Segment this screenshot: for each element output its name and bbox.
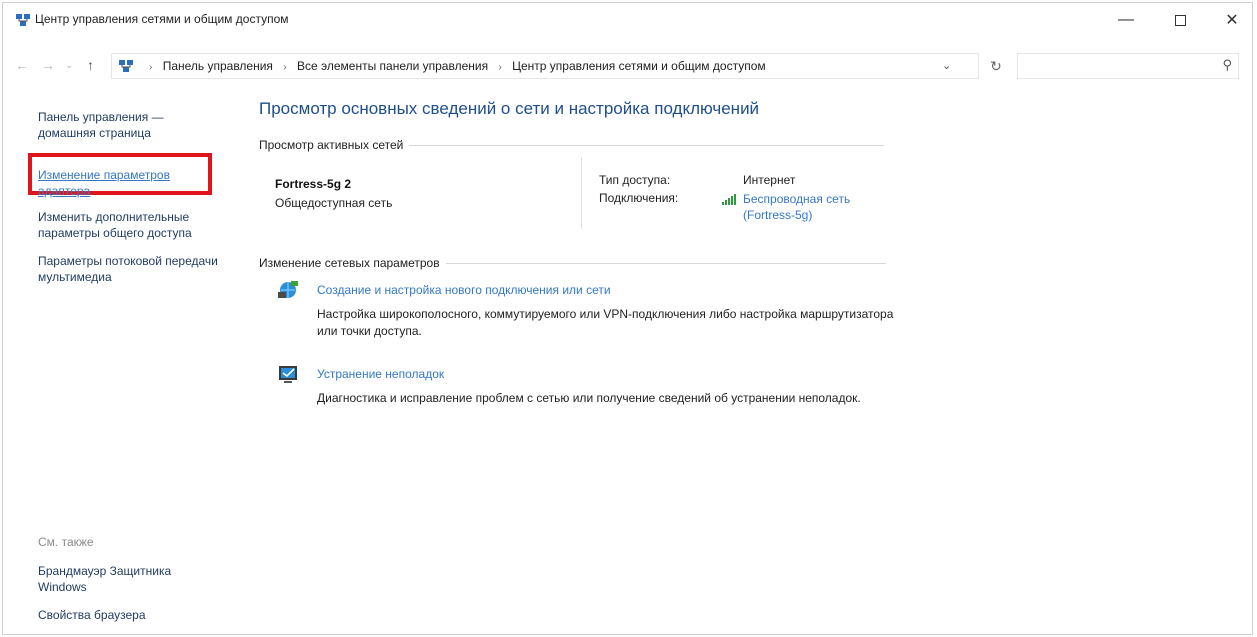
media-streaming-options-link[interactable]: Параметры потоковой передачи мультимедиа <box>38 253 218 285</box>
wifi-signal-icon <box>722 194 736 205</box>
defender-firewall-link[interactable]: Брандмауэр Защитника Windows <box>38 563 218 595</box>
close-button[interactable]: ✕ <box>1209 3 1255 37</box>
chevron-right-icon: › <box>149 62 153 73</box>
active-networks-header: Просмотр активных сетей <box>259 138 885 152</box>
vertical-divider <box>581 157 582 229</box>
troubleshoot-link[interactable]: Устранение неполадок <box>317 367 444 381</box>
browser-properties-link[interactable]: Свойства браузера <box>38 607 218 623</box>
window-title: Центр управления сетями и общим доступом <box>35 12 289 26</box>
breadcrumb-control-panel[interactable]: Панель управления <box>163 59 273 73</box>
search-icon: ⚲ <box>1222 57 1232 72</box>
minimize-button[interactable]: — <box>1103 3 1149 37</box>
recent-locations-icon[interactable]: ⌄ <box>65 60 73 71</box>
maximize-icon <box>1174 14 1186 26</box>
advanced-sharing-settings-link[interactable]: Изменить дополнительные параметры общего… <box>38 209 218 241</box>
active-networks-label: Просмотр активных сетей <box>259 138 404 152</box>
network-center-window: Центр управления сетями и общим доступом… <box>2 2 1253 635</box>
access-type-label: Тип доступа: <box>599 173 671 187</box>
troubleshoot-description: Диагностика и исправление проблем с сеть… <box>317 391 861 405</box>
chevron-right-icon: › <box>283 62 287 73</box>
change-settings-header: Изменение сетевых параметров <box>259 256 886 270</box>
address-bar[interactable]: › Панель управления › Все элементы панел… <box>111 53 979 79</box>
network-center-icon <box>119 60 133 72</box>
change-adapter-settings-link[interactable]: Изменение параметров адаптера <box>38 167 218 199</box>
maximize-button[interactable] <box>1157 3 1203 37</box>
forward-arrow-icon[interactable]: → <box>41 57 55 73</box>
minimize-icon: — <box>1118 11 1134 28</box>
access-type-value: Интернет <box>743 173 796 187</box>
connections-label: Подключения: <box>599 191 679 205</box>
title-bar: Центр управления сетями и общим доступом… <box>3 3 1252 37</box>
breadcrumb: › Панель управления › Все элементы панел… <box>142 59 766 73</box>
see-also-label: См. также <box>38 535 94 549</box>
new-connection-icon <box>278 281 298 298</box>
network-center-icon <box>16 14 30 26</box>
search-input[interactable]: ⚲ <box>1017 53 1239 79</box>
section-divider <box>409 144 885 146</box>
page-title: Просмотр основных сведений о сети и наст… <box>259 99 760 118</box>
refresh-button[interactable]: ↻ <box>983 55 1009 77</box>
left-pane: Панель управления — домашняя страница Из… <box>3 93 233 633</box>
breadcrumb-network-center[interactable]: Центр управления сетями и общим доступом <box>512 59 766 73</box>
breadcrumb-all-items[interactable]: Все элементы панели управления <box>297 59 488 73</box>
control-panel-home-link[interactable]: Панель управления — домашняя страница <box>38 109 218 141</box>
chevron-down-icon[interactable]: ⌄ <box>942 59 951 72</box>
change-settings-label: Изменение сетевых параметров <box>259 256 440 270</box>
network-name: Fortress-5g 2 <box>275 177 352 191</box>
troubleshoot-icon <box>279 366 297 383</box>
chevron-right-icon: › <box>498 62 502 73</box>
network-category[interactable]: Общедоступная сеть <box>275 196 392 210</box>
setup-new-connection-description: Настройка широкополосного, коммутируемог… <box>317 307 894 338</box>
close-icon: ✕ <box>1225 12 1239 29</box>
navigation-bar: ← → ⌄ ↑ › Панель управления › Все элемен… <box>3 51 1252 81</box>
setup-new-connection-link[interactable]: Создание и настройка нового подключения … <box>317 283 611 297</box>
back-arrow-icon[interactable]: ← <box>15 57 29 73</box>
refresh-icon: ↻ <box>990 57 1002 74</box>
section-divider <box>445 262 886 264</box>
wireless-connection-link[interactable]: Беспроводная сеть (Fortress-5g) <box>743 191 903 223</box>
up-arrow-icon[interactable]: ↑ <box>87 57 94 73</box>
